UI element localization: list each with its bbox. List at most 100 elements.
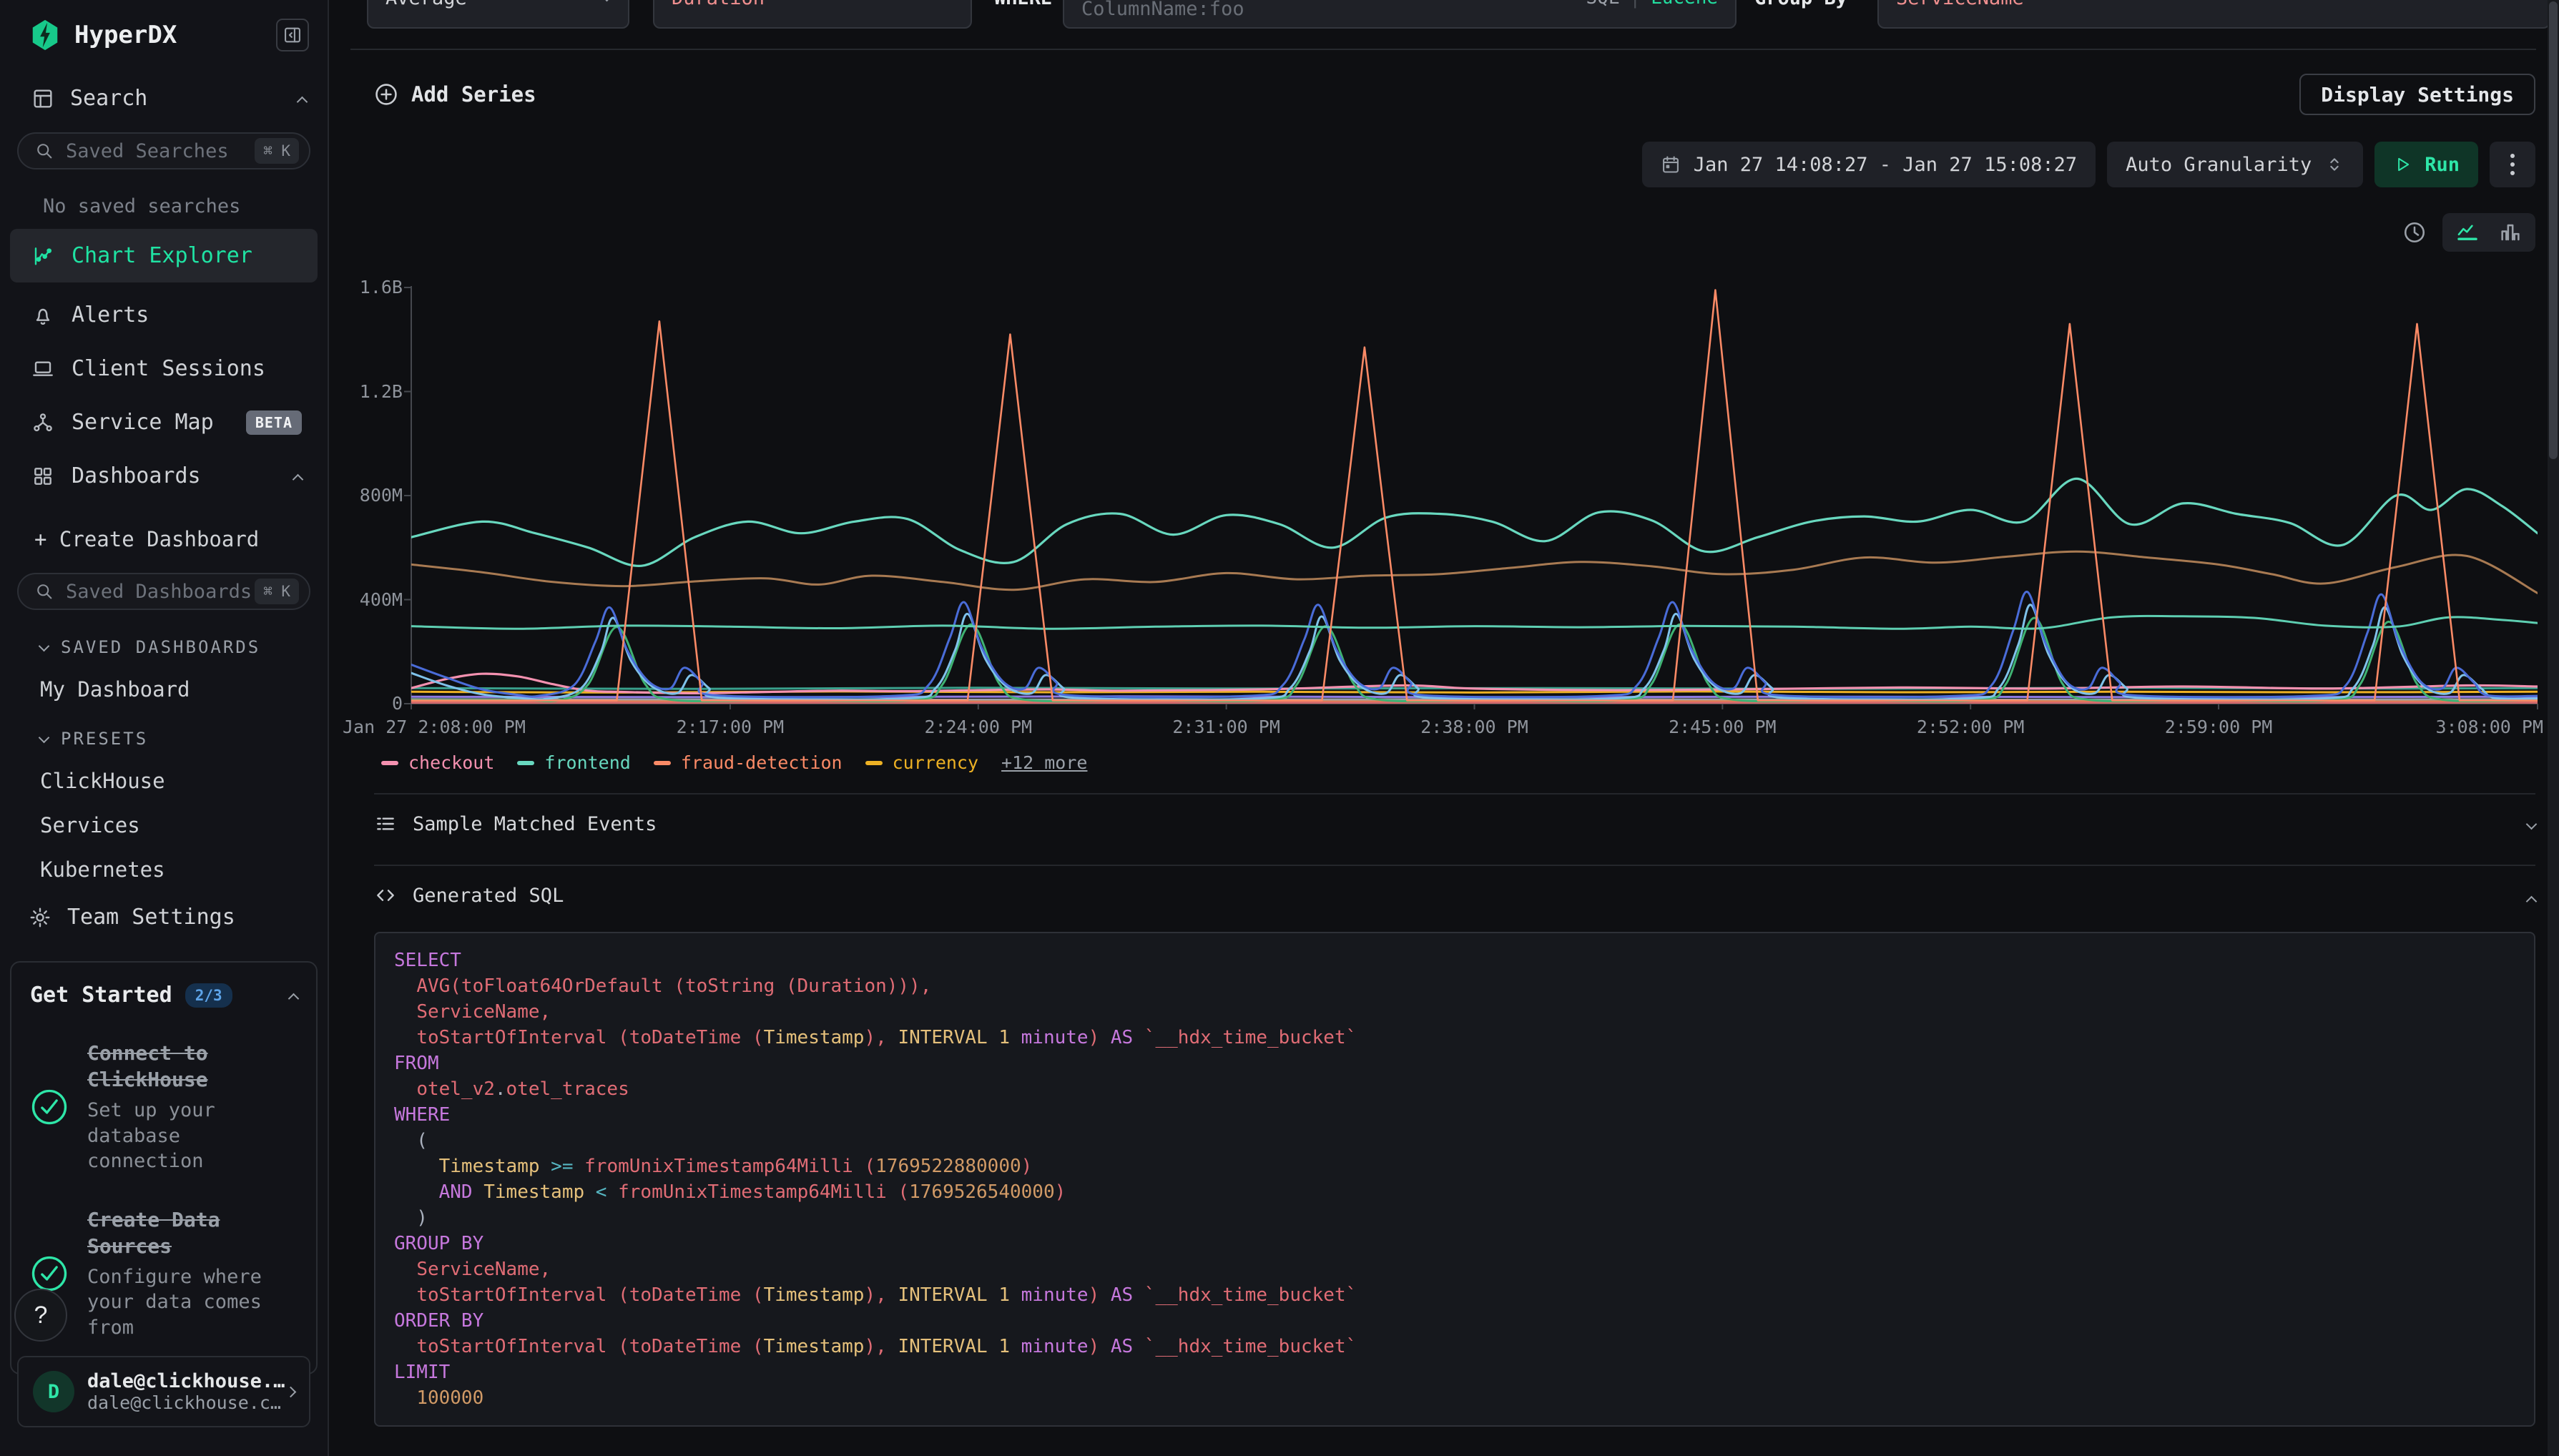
dashboard-link-my-dashboard[interactable]: My Dashboard	[40, 677, 328, 702]
sidebar-section-search[interactable]: Search	[31, 86, 306, 111]
sql-line: SELECT	[394, 948, 2515, 973]
legend-item-frontend[interactable]: frontend	[517, 752, 630, 773]
sidebar: HyperDX Search Saved Searches ⌘ K No sav…	[0, 0, 329, 1456]
group-header-presets[interactable]: PRESETS	[40, 729, 328, 749]
generated-sql-section[interactable]: Generated SQL	[374, 866, 2535, 925]
sidebar-item-label: Alerts	[72, 302, 149, 328]
bar-chart-icon[interactable]	[2498, 220, 2523, 245]
dots-vertical-icon	[2510, 154, 2515, 175]
divider	[350, 49, 2536, 50]
group-header-saved-dashboards[interactable]: SAVED DASHBOARDS	[40, 637, 328, 657]
y-axis-label: 400M	[317, 589, 403, 610]
help-button[interactable]: ?	[14, 1289, 67, 1342]
legend-swatch	[517, 761, 534, 765]
get-started-item-text: Connect to ClickHouseSet up your databas…	[87, 1041, 298, 1174]
chevron-up-icon	[297, 97, 308, 108]
laptop-icon	[31, 358, 54, 380]
play-icon	[2393, 155, 2412, 174]
aggregation-value: Average	[385, 0, 467, 9]
shortcut-badge: ⌘ K	[255, 138, 299, 164]
search-input[interactable]: Search your events w/ Lucene ex: ColumnN…	[1063, 0, 1737, 29]
legend-item-currency[interactable]: currency	[865, 752, 978, 773]
sidebar-nav: Chart Explorer Alerts Client Sessions Servi…	[0, 229, 328, 497]
get-started-header[interactable]: Get Started 2/3	[30, 983, 298, 1008]
get-started-item-2[interactable]: Create Data SourcesConfigure where your …	[30, 1207, 298, 1341]
sidebar-item-team-settings[interactable]: Team Settings	[29, 905, 306, 930]
chevron-up-icon	[2526, 895, 2538, 907]
sidebar-item-label: Service Map	[72, 410, 214, 435]
sample-matched-events-label: Sample Matched Events	[413, 813, 657, 835]
user-email: dale@clickhouse.c…	[87, 1392, 285, 1413]
more-options-button[interactable]	[2490, 142, 2535, 187]
code-icon	[374, 884, 397, 907]
sql-line: AVG(toFloat64OrDefault (toString (Durati…	[394, 973, 2515, 999]
sql-code-block: SELECT AVG(toFloat64OrDefault (toString …	[374, 932, 2535, 1427]
legend-more-link[interactable]: +12 more	[1001, 752, 1087, 773]
time-format-button[interactable]	[2402, 220, 2427, 245]
sidebar-collapse-button[interactable]	[276, 19, 309, 51]
y-axis-label: 1.6B	[317, 277, 403, 297]
time-range-value: Jan 27 14:08:27 - Jan 27 15:08:27	[1694, 154, 2077, 176]
gear-icon	[29, 906, 51, 929]
where-label: WHERE	[994, 0, 1052, 29]
sidebar-item-service-map[interactable]: Service MapBETA	[10, 401, 318, 443]
search-icon	[34, 141, 54, 161]
sample-matched-events-section[interactable]: Sample Matched Events	[374, 795, 2535, 853]
sidebar-item-alerts[interactable]: Alerts	[10, 294, 318, 336]
collapse-panel-icon	[283, 25, 303, 45]
sidebar-item-chart-explorer[interactable]: Chart Explorer	[10, 229, 318, 282]
time-range-picker[interactable]: Jan 27 14:08:27 - Jan 27 15:08:27	[1642, 142, 2096, 187]
sql-line: )	[394, 1205, 2515, 1231]
search-placeholder: Search your events w/ Lucene ex: ColumnN…	[1081, 0, 1586, 20]
toggle-divider: |	[1629, 0, 1641, 9]
display-settings-button[interactable]: Display Settings	[2299, 74, 2535, 115]
x-axis-label: Jan 27 2:08:00 PM	[343, 717, 571, 737]
sql-line: ORDER BY	[394, 1308, 2515, 1334]
scrollbar-track	[2548, 0, 2559, 1456]
line-chart-icon[interactable]	[2455, 220, 2480, 245]
group-header-label: SAVED DASHBOARDS	[61, 637, 260, 657]
dashboards-icon	[31, 465, 54, 488]
x-axis-label: 2:52:00 PM	[1856, 717, 2085, 737]
timeseries-chart[interactable]: 1.6B1.2B800M400M0Jan 27 2:08:00 PM2:17:0…	[374, 287, 2535, 745]
get-started-item-1[interactable]: Connect to ClickHouseSet up your databas…	[30, 1041, 298, 1174]
aggregation-select[interactable]: Average	[367, 0, 629, 29]
group-by-value: ServiceName	[1896, 0, 2024, 9]
create-dashboard-button[interactable]: + Create Dashboard	[34, 527, 328, 551]
granularity-select[interactable]: Auto Granularity	[2107, 142, 2363, 187]
query-toolbar: Average Duration WHERE Search your event…	[329, 0, 2559, 49]
chart-explorer-icon	[31, 245, 54, 267]
sidebar-item-label: Client Sessions	[72, 356, 265, 381]
saved-dashboards-input[interactable]: Saved Dashboards ⌘ K	[17, 573, 310, 610]
search-icon	[34, 581, 54, 601]
sql-mode-toggle[interactable]: SQL	[1586, 0, 1619, 9]
sql-line: Timestamp >= fromUnixTimestamp64Milli (1…	[394, 1154, 2515, 1179]
dashboard-link-services[interactable]: Services	[40, 813, 328, 837]
chevron-right-icon	[285, 1386, 297, 1397]
sql-line: GROUP BY	[394, 1231, 2515, 1256]
search-section-label: Search	[70, 86, 147, 111]
scrollbar-thumb[interactable]	[2549, 1, 2558, 459]
group-by-input[interactable]: ServiceName	[1877, 0, 2550, 29]
get-started-title: Get Started	[30, 983, 172, 1008]
field-input[interactable]: Duration	[653, 0, 972, 29]
legend-item-checkout[interactable]: checkout	[381, 752, 494, 773]
sidebar-item-client-sessions[interactable]: Client Sessions	[10, 348, 318, 390]
x-axis-label: 2:59:00 PM	[2104, 717, 2333, 737]
legend-item-fraud-detection[interactable]: fraud-detection	[654, 752, 843, 773]
group-by-label: Group By	[1754, 0, 1847, 29]
user-menu[interactable]: D dale@clickhouse.… dale@clickhouse.c…	[17, 1356, 310, 1427]
saved-searches-input[interactable]: Saved Searches ⌘ K	[17, 132, 310, 169]
add-series-button[interactable]: Add Series	[374, 82, 536, 107]
shortcut-badge: ⌘ K	[255, 579, 299, 604]
sidebar-item-dashboards[interactable]: Dashboards	[10, 455, 318, 497]
dashboard-link-kubernetes[interactable]: Kubernetes	[40, 857, 328, 882]
x-axis-label: 2:31:00 PM	[1112, 717, 1341, 737]
plus-circle-icon	[374, 82, 398, 107]
dashboard-link-clickhouse[interactable]: ClickHouse	[40, 769, 328, 793]
run-button[interactable]: Run	[2374, 142, 2478, 187]
chart-legend: checkout frontend fraud-detection currency +…	[374, 752, 2535, 773]
lucene-mode-toggle[interactable]: Lucene	[1651, 0, 1718, 9]
list-icon	[374, 812, 397, 835]
chevron-up-icon	[293, 474, 304, 486]
